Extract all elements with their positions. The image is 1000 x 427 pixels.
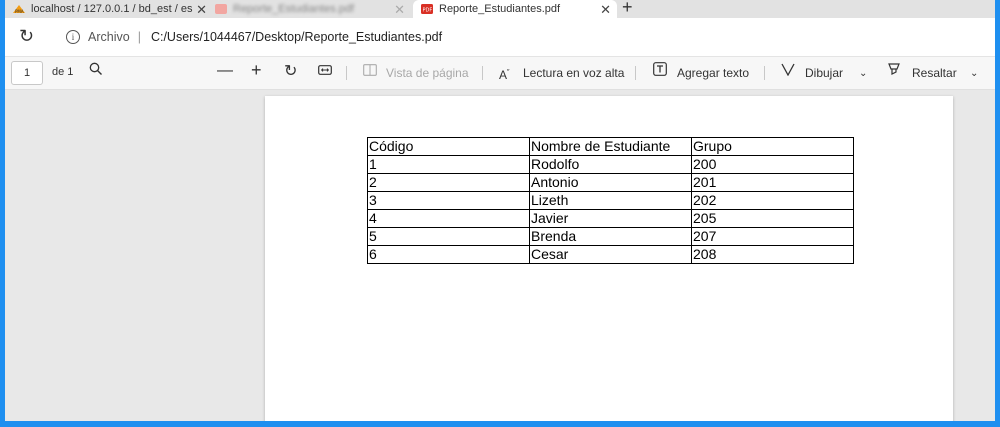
info-icon[interactable]: i — [66, 30, 80, 44]
cell-codigo: 6 — [367, 245, 530, 264]
refresh-icon[interactable]: ↻ — [19, 26, 34, 47]
toolbar-divider — [764, 66, 765, 80]
page-view-icon — [363, 62, 377, 82]
cell-codigo: 1 — [367, 155, 530, 174]
search-icon[interactable] — [89, 62, 103, 82]
tab-pdf-background[interactable]: Reporte_Estudiantes.pdf ✕ — [215, 0, 411, 18]
origin-separator: | — [137, 30, 141, 44]
cell-codigo: 4 — [367, 209, 530, 228]
cell-nombre: Lizeth — [529, 191, 692, 210]
table-row: 3 Lizeth 202 — [367, 191, 854, 210]
cell-nombre: Rodolfo — [529, 155, 692, 174]
header-cell-codigo: Código — [367, 137, 530, 156]
phpmyadmin-icon: PMA — [13, 4, 25, 14]
cell-codigo: 2 — [367, 173, 530, 192]
cell-grupo: 205 — [691, 209, 854, 228]
svg-text:PMA: PMA — [15, 9, 24, 14]
svg-text:PDF: PDF — [423, 8, 433, 14]
origin-label: Archivo — [88, 30, 130, 44]
cell-codigo: 3 — [367, 191, 530, 210]
page-total: de 1 — [52, 66, 74, 78]
close-icon[interactable]: ✕ — [600, 2, 611, 18]
draw-button[interactable]: Dibujar — [805, 66, 843, 80]
cell-grupo: 200 — [691, 155, 854, 174]
address-bar: ↻ i Archivo | C:/Users/1044467/Desktop/R… — [5, 18, 995, 57]
read-aloud-button[interactable]: Lectura en voz alta — [523, 66, 624, 80]
cell-grupo: 207 — [691, 227, 854, 246]
read-aloud-icon[interactable]: A″ — [499, 63, 510, 85]
table-row: 6 Cesar 208 — [367, 245, 854, 264]
highlight-icon[interactable] — [887, 62, 901, 82]
cell-nombre: Javier — [529, 209, 692, 228]
draw-icon[interactable] — [781, 62, 795, 82]
toolbar-divider — [635, 66, 636, 80]
header-cell-grupo: Grupo — [691, 137, 854, 156]
cell-codigo: 5 — [367, 227, 530, 246]
pdf-icon — [215, 4, 227, 14]
pdf-viewer[interactable]: Código Nombre de Estudiante Grupo 1 Rodo… — [5, 90, 995, 421]
fit-width-icon[interactable] — [318, 62, 332, 82]
tab-title: localhost / 127.0.0.1 / bd_est / es — [31, 3, 193, 15]
cell-nombre: Brenda — [529, 227, 692, 246]
toolbar-divider — [482, 66, 483, 80]
pdf-icon: PDF — [421, 4, 433, 14]
table-row: 5 Brenda 207 — [367, 227, 854, 246]
pdf-page: Código Nombre de Estudiante Grupo 1 Rodo… — [265, 96, 953, 421]
cell-grupo: 202 — [691, 191, 854, 210]
table-row: 2 Antonio 201 — [367, 173, 854, 192]
cell-grupo: 201 — [691, 173, 854, 192]
highlight-button[interactable]: Resaltar — [912, 66, 957, 80]
close-icon[interactable]: ✕ — [196, 2, 207, 18]
toolbar-divider — [346, 66, 347, 80]
zoom-out-icon[interactable]: — — [217, 61, 233, 81]
header-cell-nombre: Nombre de Estudiante — [529, 137, 692, 156]
tab-pdf-active[interactable]: PDF Reporte_Estudiantes.pdf ✕ — [413, 0, 617, 18]
page-view-button: Vista de página — [386, 66, 469, 80]
rotate-icon[interactable]: ↻ — [284, 62, 297, 82]
cell-nombre: Cesar — [529, 245, 692, 264]
student-report-table: Código Nombre de Estudiante Grupo 1 Rodo… — [367, 137, 854, 264]
url-text[interactable]: C:/Users/1044467/Desktop/Reporte_Estudia… — [151, 30, 442, 44]
chevron-down-icon[interactable]: ⌄ — [970, 64, 978, 84]
page-number-input[interactable]: 1 — [11, 61, 43, 85]
tab-title: Reporte_Estudiantes.pdf — [439, 3, 561, 15]
table-header-row: Código Nombre de Estudiante Grupo — [367, 137, 854, 156]
tab-title: Reporte_Estudiantes.pdf — [233, 3, 355, 15]
browser-window: PMA localhost / 127.0.0.1 / bd_est / es … — [5, 0, 995, 421]
pdf-toolbar: 1 de 1 — + ↻ Vista de página A″ Lectura … — [5, 57, 995, 90]
table-row: 4 Javier 205 — [367, 209, 854, 228]
new-tab-button[interactable]: + — [622, 0, 633, 18]
tab-bar: PMA localhost / 127.0.0.1 / bd_est / es … — [5, 0, 995, 18]
add-text-button[interactable]: Agregar texto — [677, 66, 749, 80]
close-icon[interactable]: ✕ — [394, 2, 405, 18]
cell-nombre: Antonio — [529, 173, 692, 192]
url-field[interactable]: i Archivo | C:/Users/1044467/Desktop/Rep… — [53, 22, 993, 52]
table-row: 1 Rodolfo 200 — [367, 155, 854, 174]
chevron-down-icon[interactable]: ⌄ — [859, 64, 867, 84]
cell-grupo: 208 — [691, 245, 854, 264]
add-text-icon[interactable] — [653, 62, 667, 82]
zoom-in-icon[interactable]: + — [251, 60, 262, 80]
tab-phpmyadmin[interactable]: PMA localhost / 127.0.0.1 / bd_est / es … — [13, 0, 213, 18]
